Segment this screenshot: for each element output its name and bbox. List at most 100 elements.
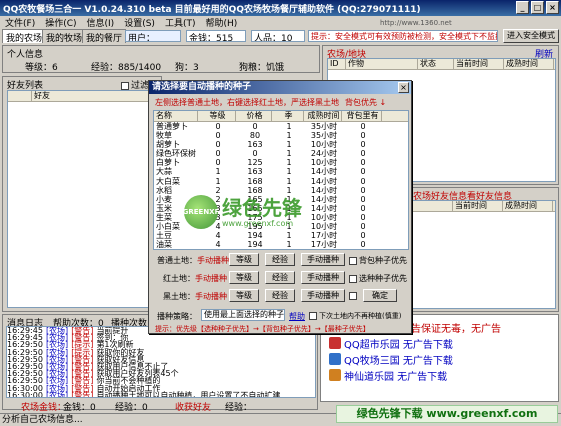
col-in-bag: 背包里有 xyxy=(342,111,382,121)
seed-row[interactable]: 大蒜 1 163 1 14小时 0 xyxy=(154,167,408,176)
plant-seed-first-checkbox[interactable]: 选种种子优先 xyxy=(349,273,407,284)
black-manual-button[interactable]: 手动播种 xyxy=(301,289,345,302)
seed-bag: 0 xyxy=(360,222,366,232)
ad-item-label: QQ超市乐园 无广告下载 xyxy=(344,339,453,351)
log-entries: 16:29:45 [农场] [警告] 当前提升 16:29:45 [农场] [警告] 签到：你… xyxy=(7,327,315,398)
seed-bag: 0 xyxy=(360,194,366,204)
menu-file[interactable]: 文件(F) xyxy=(0,16,40,29)
strategy-select[interactable]: 使用最上面选择的种子 xyxy=(201,309,285,321)
menu-help[interactable]: 帮助(H) xyxy=(200,16,242,29)
minimize-button[interactable]: _ xyxy=(516,1,529,14)
priority-tip: 提示：优先级【选种种子优先】→【背包种子优先】→【最种子优先】 xyxy=(155,325,370,333)
seed-name: 胡萝卜 xyxy=(156,140,180,150)
seed-name: 白萝卜 xyxy=(156,158,180,168)
ad-item[interactable]: QQ牧场三国 无广告下载 xyxy=(329,351,453,367)
menu-bar: 文件(F) 操作(C) 信息(I) 设置(S) 工具(T) 帮助(H) xyxy=(0,16,561,29)
menu-info[interactable]: 信息(I) xyxy=(82,16,120,29)
seed-row[interactable]: 油菜 4 194 1 17小时 0 xyxy=(154,240,408,249)
seed-season: 1 xyxy=(286,122,292,131)
seed-price: 163 xyxy=(247,167,263,177)
normal-exp-button[interactable]: 经验 xyxy=(265,253,295,266)
seed-season: 1 xyxy=(286,131,292,141)
tab-my-restaurant[interactable]: 我的餐厅 xyxy=(82,29,127,44)
bag-seed-first-checkbox[interactable]: 背包种子优先 xyxy=(349,255,407,266)
seed-row[interactable]: 大白菜 1 168 1 14小时 0 xyxy=(154,177,408,186)
safe-mode-button[interactable]: 进入安全模式 xyxy=(503,29,559,43)
site-link[interactable]: http://www.1360.net xyxy=(380,19,452,27)
red-level-button[interactable]: 等级 xyxy=(229,271,259,284)
col-id: ID xyxy=(328,59,346,69)
seed-row[interactable]: 土豆 4 194 1 17小时 0 xyxy=(154,231,408,240)
game-icon xyxy=(329,369,341,381)
ad-item[interactable]: QQ超市乐园 无广告下载 xyxy=(329,335,453,351)
log-source: [农场] xyxy=(45,390,69,398)
seed-level: 4 xyxy=(215,240,221,250)
checkbox-icon xyxy=(121,81,129,90)
normal-level-button[interactable]: 等级 xyxy=(229,253,259,266)
normal-land-label: 普通土地：手动播种 xyxy=(157,255,229,266)
gold-label: 金钱：0 xyxy=(63,403,96,413)
seed-row[interactable]: 绿色环保树 0 0 1 24小时 0 xyxy=(154,149,408,158)
seed-mature: 10小时 xyxy=(310,222,338,232)
red-manual-button[interactable]: 手动播种 xyxy=(301,271,345,284)
ad-item-label: 神仙道乐园 无广告下载 xyxy=(344,371,448,383)
seed-row[interactable]: 牧草 0 80 1 35小时 0 xyxy=(154,131,408,140)
seed-bag: 0 xyxy=(360,203,366,213)
confirm-button[interactable]: 确定 xyxy=(363,289,397,302)
bag-first-tip[interactable]: 背包优先 ↓ xyxy=(345,97,386,108)
game-icon xyxy=(329,337,341,349)
checkbox-icon xyxy=(349,256,357,265)
tab-my-farm[interactable]: 我的农场 xyxy=(2,29,47,44)
maximize-button[interactable]: □ xyxy=(531,1,544,14)
seed-mature: 14小时 xyxy=(310,167,338,177)
seed-mature: 10小时 xyxy=(310,212,338,222)
red-exp-button[interactable]: 经验 xyxy=(265,271,295,284)
seed-row[interactable]: 普通萝卜 0 0 1 35小时 0 xyxy=(154,122,408,131)
seed-row[interactable]: 胡萝卜 0 163 1 10小时 0 xyxy=(154,140,408,149)
seed-row[interactable]: 白萝卜 0 125 1 10小时 0 xyxy=(154,158,408,167)
seed-row[interactable]: 红色曼陀罗树5237116小时0 xyxy=(154,249,408,250)
seed-bag: 0 xyxy=(360,167,366,177)
menu-operation[interactable]: 操作(C) xyxy=(40,16,81,29)
seed-row[interactable]: 水稻 2 168 1 14小时 0 xyxy=(154,186,408,195)
black-exp-button[interactable]: 经验 xyxy=(265,289,295,302)
menu-settings[interactable]: 设置(S) xyxy=(119,16,160,29)
menu-tools[interactable]: 工具(T) xyxy=(160,16,201,29)
no-seed-checkbox[interactable]: 下次土地内不再种植(慎重) xyxy=(309,311,401,321)
seed-season: 1 xyxy=(286,185,292,195)
friend-list-table[interactable]: 好友 xyxy=(7,90,157,308)
exp-label: 经验：885/1400 xyxy=(91,63,162,73)
fruit-first-checkbox[interactable] xyxy=(349,291,359,300)
seed-level: 2 xyxy=(215,185,221,195)
log-message: 自动播种土地可以自动种植，用户设置了不自动扩建 xyxy=(96,390,281,398)
col-mature: 成熟时间 xyxy=(304,111,342,121)
red-land-label: 红土地：手动播种 xyxy=(163,273,227,284)
seed-table[interactable]: 名称 等级 价格 季 成熟时间 背包里有 普通萝卜 0 0 1 35小时 0 牧草 0 80 1 3… xyxy=(153,110,409,250)
seed-season: 1 xyxy=(286,158,292,168)
window-controls: _ □ × xyxy=(516,1,559,14)
friend-list-header: 好友 xyxy=(8,91,156,102)
help-link[interactable]: 帮助 xyxy=(289,311,305,322)
seed-bag: 0 xyxy=(360,185,366,195)
greenxf-logo: GREENXF 绿色先锋 www.greenxf.com xyxy=(183,195,302,229)
normal-manual-button[interactable]: 手动播种 xyxy=(301,253,345,266)
friend-list-panel: 好友列表 过滤 好友 xyxy=(2,76,162,312)
seed-level: 0 xyxy=(215,122,221,131)
level-label: 等级：6 xyxy=(25,63,58,73)
seed-mature: 24小时 xyxy=(310,149,338,159)
dialog-close-button[interactable]: × xyxy=(398,82,409,93)
seed-price: 163 xyxy=(247,140,263,150)
black-level-button[interactable]: 等级 xyxy=(229,289,259,302)
personal-info-panel: 个人信息 等级：6 经验：885/1400 狗：3 狗粮：饥饿 xyxy=(2,45,320,73)
status-text: 分析自己农场信息... xyxy=(2,415,83,425)
seed-bag: 0 xyxy=(360,149,366,159)
seed-level: 4 xyxy=(215,231,221,241)
seed-price: 0 xyxy=(252,122,258,131)
seed-price: 125 xyxy=(247,158,263,168)
log-list[interactable]: 16:29:45 [农场] [警告] 当前提升 16:29:45 [农场] [警告] 签到：你… xyxy=(6,326,316,398)
seed-name: 土豆 xyxy=(156,231,172,241)
ad-item[interactable]: 神仙道乐园 无广告下载 xyxy=(329,367,453,383)
seed-name: 水稻 xyxy=(156,185,172,195)
tab-my-pasture[interactable]: 我的牧场 xyxy=(42,29,87,44)
close-button[interactable]: × xyxy=(546,1,559,14)
